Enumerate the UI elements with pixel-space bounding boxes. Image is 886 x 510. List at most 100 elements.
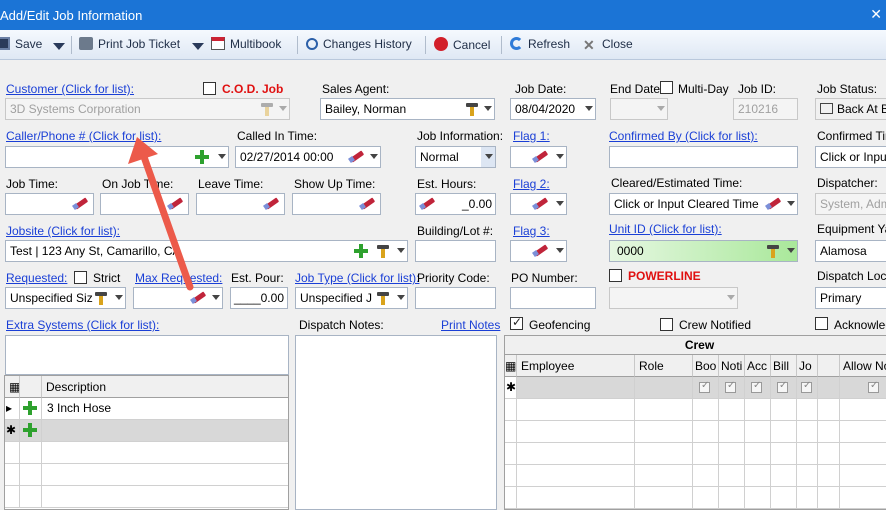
eraser-icon[interactable]	[532, 150, 550, 161]
strict-checkbox[interactable]	[74, 271, 87, 284]
accepted-header[interactable]: Acc	[745, 355, 771, 377]
role-header[interactable]: Role	[635, 355, 693, 377]
end-date-field[interactable]	[610, 98, 668, 120]
add-caller-icon[interactable]	[194, 149, 210, 165]
job-information-field[interactable]: Normal	[415, 146, 496, 168]
eraser-icon[interactable]	[348, 150, 366, 161]
add-row-button[interactable]	[20, 398, 42, 420]
eraser-icon[interactable]	[532, 244, 550, 255]
est-pour-field[interactable]: ____0.00	[230, 287, 288, 309]
save-dropdown-icon[interactable]	[53, 39, 65, 55]
confirmed-by-label[interactable]: Confirmed By (Click for list):	[609, 129, 758, 143]
max-requested-label[interactable]: Max Requested:	[135, 271, 222, 285]
crew-notified-checkbox[interactable]	[660, 318, 673, 331]
dispatcher-field[interactable]: System, Admi	[815, 193, 886, 215]
priority-code-field[interactable]	[415, 287, 496, 309]
job-type-field[interactable]: Unspecified J	[295, 287, 408, 309]
print-notes-link[interactable]: Print Notes	[441, 318, 500, 332]
eraser-icon[interactable]	[72, 197, 90, 208]
flag3-field[interactable]	[510, 240, 567, 262]
show-up-time-field[interactable]	[292, 193, 381, 215]
po-number-field[interactable]	[510, 287, 596, 309]
powerline-checkbox[interactable]	[609, 269, 622, 282]
job-status-field[interactable]: Back At B	[815, 98, 886, 120]
allow-notify-checkbox[interactable]	[868, 380, 879, 393]
customer-field[interactable]: 3D Systems Corporation	[5, 98, 290, 120]
flag2-label[interactable]: Flag 2:	[513, 177, 550, 191]
sales-agent-field[interactable]: Bailey, Norman	[320, 98, 495, 120]
bill-header[interactable]: Bill	[771, 355, 797, 377]
employee-cell[interactable]	[517, 377, 635, 399]
jobsite-tool-icon[interactable]	[375, 243, 391, 259]
job-header[interactable]: Jo	[797, 355, 818, 377]
sales-agent-tool-icon[interactable]	[464, 101, 480, 117]
cancel-button[interactable]: Cancel	[434, 37, 490, 53]
caller-field[interactable]	[5, 146, 229, 168]
add-jobsite-icon[interactable]	[353, 243, 369, 259]
bill-checkbox[interactable]	[777, 380, 788, 393]
leave-time-field[interactable]	[196, 193, 285, 215]
eraser-icon[interactable]	[419, 197, 437, 208]
employee-header[interactable]: Employee	[517, 355, 635, 377]
building-lot-field[interactable]	[415, 240, 496, 262]
geofencing-checkbox[interactable]	[510, 315, 523, 330]
jobsite-field[interactable]: Test | 123 Any St, Camarillo, CA	[5, 240, 408, 262]
customer-label[interactable]: Customer (Click for list):	[6, 82, 134, 96]
jobsite-label[interactable]: Jobsite (Click for list):	[6, 224, 120, 238]
notified-checkbox[interactable]	[725, 380, 736, 393]
called-in-field[interactable]: 02/27/2014 00:00	[235, 146, 381, 168]
new-row[interactable]	[42, 420, 288, 442]
crew-grid[interactable]: Crew ▦ Employee Role Boo Noti Acc Bill J…	[504, 335, 886, 510]
extra-systems-grid[interactable]: ▦ Description ▸ 3 Inch Hose ✱	[4, 375, 289, 510]
confirmed-time-field[interactable]: Click or Input	[815, 146, 886, 168]
cod-checkbox[interactable]	[203, 82, 216, 95]
extra-systems-panel[interactable]	[5, 335, 289, 375]
dispatch-location-field[interactable]: Primary	[815, 287, 886, 309]
close-icon[interactable]: ✕	[870, 6, 882, 23]
close-button[interactable]: ✕ Close	[583, 37, 633, 53]
print-job-ticket-button[interactable]: Print Job Ticket	[79, 37, 180, 53]
refresh-button[interactable]: Refresh	[510, 37, 570, 53]
max-requested-field[interactable]	[133, 287, 223, 309]
notified-header[interactable]: Noti	[719, 355, 745, 377]
eraser-icon[interactable]	[190, 291, 208, 302]
flag2-field[interactable]	[510, 193, 567, 215]
allow-notify-header[interactable]: Allow No	[840, 355, 886, 377]
acknowledged-checkbox[interactable]	[815, 317, 828, 330]
job-type-tool-icon[interactable]	[375, 290, 391, 306]
equipment-yard-field[interactable]: Alamosa	[815, 240, 886, 262]
est-hours-field[interactable]: _0.00	[415, 193, 496, 215]
list-item[interactable]: 3 Inch Hose	[42, 398, 288, 420]
booked-header[interactable]: Boo	[693, 355, 719, 377]
eraser-icon[interactable]	[359, 197, 377, 208]
job-date-field[interactable]: 08/04/2020	[510, 98, 596, 120]
cleared-time-field[interactable]: Click or Input Cleared Time	[609, 193, 798, 215]
blank-header[interactable]	[818, 355, 840, 377]
confirmed-by-field[interactable]	[609, 146, 798, 168]
eraser-icon[interactable]	[167, 197, 185, 208]
dispatch-notes-textarea[interactable]	[295, 335, 497, 510]
job-checkbox[interactable]	[801, 380, 812, 393]
unit-id-field[interactable]: 0000	[609, 240, 798, 262]
grid-options-icon[interactable]: ▦	[505, 355, 517, 377]
grid-options-icon[interactable]: ▦	[5, 376, 20, 398]
accepted-checkbox[interactable]	[751, 380, 762, 393]
booked-checkbox[interactable]	[699, 380, 710, 393]
description-header[interactable]: Description	[42, 376, 288, 398]
customer-tool-icon[interactable]	[259, 101, 275, 117]
changes-history-button[interactable]: Changes History	[306, 37, 412, 53]
multi-day-checkbox[interactable]	[660, 81, 673, 94]
eraser-icon[interactable]	[532, 197, 550, 208]
save-button[interactable]: Save	[0, 37, 42, 53]
requested-label[interactable]: Requested:	[6, 271, 67, 285]
requested-tool-icon[interactable]	[93, 290, 109, 306]
unit-id-tool-icon[interactable]	[765, 243, 781, 259]
print-dropdown-icon[interactable]	[192, 39, 204, 55]
flag1-label[interactable]: Flag 1:	[513, 129, 550, 143]
job-time-field[interactable]	[5, 193, 94, 215]
caller-label[interactable]: Caller/Phone # (Click for list):	[6, 129, 161, 143]
extra-systems-label[interactable]: Extra Systems (Click for list):	[6, 318, 159, 332]
flag1-field[interactable]	[510, 146, 567, 168]
unit-id-label[interactable]: Unit ID (Click for list):	[609, 222, 722, 236]
add-row-button[interactable]	[20, 420, 42, 442]
